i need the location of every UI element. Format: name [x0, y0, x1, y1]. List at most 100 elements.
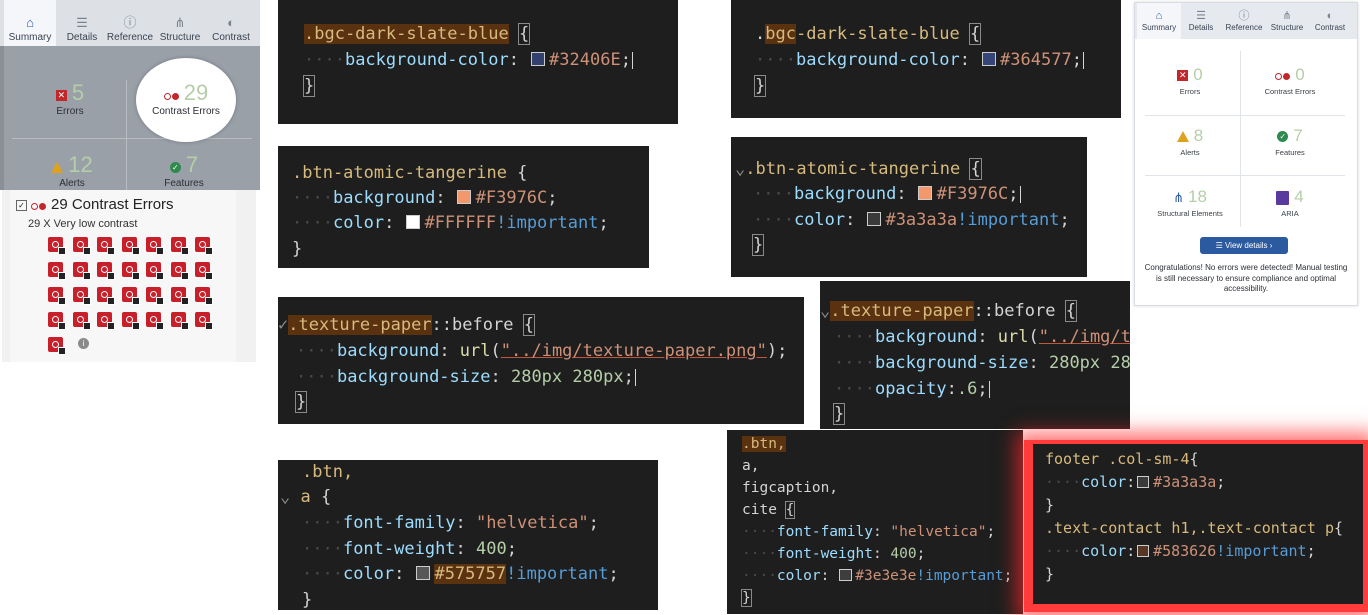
color-swatch[interactable]: [457, 190, 472, 205]
wave-summary-panel-before: ⌂ Summary ☰ Details ⓘ Reference ⋔ Structure …: [0, 0, 260, 190]
contrast-list-card: ✓ 29 Contrast Errors 29 X Very low contra…: [10, 190, 236, 362]
contrast-error-icon[interactable]: [146, 287, 164, 305]
contrast-errors-stat[interactable]: 0 Contrast Errors: [1240, 65, 1340, 96]
color-swatch[interactable]: [406, 215, 421, 230]
color-swatch[interactable]: [1136, 475, 1150, 488]
wave-tab-bar: ⌂ Summary ☰ Details ⓘ Reference ⋔ Structure …: [1135, 3, 1357, 39]
contrast-error-icon[interactable]: [146, 262, 164, 280]
contrast-error-icon[interactable]: [146, 237, 164, 255]
contrast-error-icon[interactable]: [195, 312, 213, 330]
contrast-error-icon[interactable]: [170, 237, 189, 255]
contrast-icon: ◐: [227, 15, 235, 30]
home-icon: ⌂: [1155, 10, 1163, 22]
tab-reference[interactable]: ⓘ Reference: [1222, 3, 1266, 39]
contrast-error-icon[interactable]: [146, 312, 164, 330]
contrast-error-icon[interactable]: [48, 287, 66, 305]
color-swatch[interactable]: [918, 186, 933, 201]
contrast-error-icon[interactable]: [121, 287, 140, 305]
contrast-error-icon[interactable]: [72, 262, 91, 280]
contrast-error-icon[interactable]: [97, 287, 115, 305]
contrast-error-icon[interactable]: [97, 262, 115, 280]
congratulations-message: Congratulations! No errors were detected…: [1144, 263, 1348, 293]
contrast-error-icon[interactable]: [72, 237, 91, 255]
contrast-error-icon[interactable]: [170, 287, 189, 305]
error-icon: ✕: [1177, 70, 1189, 82]
divider: [126, 80, 127, 190]
color-swatch[interactable]: [867, 212, 882, 227]
divider: [1145, 115, 1345, 116]
wave-tab-bar: ⌂ Summary ☰ Details ⓘ Reference ⋔ Structure …: [0, 0, 260, 46]
check-icon: ✓: [169, 162, 181, 174]
contrast-icon: [31, 197, 47, 214]
aria-stat[interactable]: 4 ARIA: [1240, 187, 1340, 218]
color-swatch[interactable]: [839, 569, 852, 582]
features-stat[interactable]: ✓ 7 Features: [1240, 126, 1340, 157]
contrast-error-icon[interactable]: [72, 312, 91, 330]
code-panel-bgc-after: .bgc-dark-slate-blue { ····background-co…: [731, 0, 1121, 118]
code-panel-btn-before: .btn-atomic-tangerine { ····background: …: [278, 146, 649, 268]
code-panel-font-after: .btn, a, figcaption, cite { ····font-fam…: [727, 430, 1023, 614]
code-panel-bgc-before: .bgc-dark-slate-blue { ····background-co…: [278, 0, 678, 124]
info-icon[interactable]: i: [78, 338, 89, 349]
color-swatch[interactable]: [981, 52, 996, 67]
contrast-list-heading[interactable]: ✓ 29 Contrast Errors: [16, 196, 174, 214]
errors-stat[interactable]: ✕ 5 Errors: [20, 80, 120, 117]
check-icon: ✓: [1277, 131, 1289, 143]
tab-contrast[interactable]: ◐ Contrast: [1308, 3, 1352, 39]
contrast-errors-list: ✓ 29 Contrast Errors 29 X Very low contra…: [2, 190, 256, 362]
info-icon: ⓘ: [123, 15, 137, 30]
tab-summary[interactable]: ⌂ Summary: [1137, 3, 1181, 39]
contrast-icon: [1275, 67, 1291, 85]
features-stat[interactable]: ✓ 7 Features: [134, 152, 234, 189]
contrast-error-icon[interactable]: [97, 237, 115, 255]
alert-icon: [1176, 131, 1189, 143]
color-swatch[interactable]: [416, 566, 431, 581]
contrast-error-icon[interactable]: [195, 287, 213, 305]
checkbox[interactable]: ✓: [16, 199, 27, 211]
contrast-errors-stat[interactable]: 29 Contrast Errors: [136, 80, 236, 117]
list-icon: ☰: [1215, 241, 1225, 250]
errors-stat[interactable]: ✕ 0 Errors: [1140, 65, 1240, 96]
contrast-error-icon[interactable]: [48, 312, 66, 330]
tab-summary[interactable]: ⌂ Summary: [4, 0, 56, 46]
error-icon: ✕: [55, 90, 67, 102]
alert-icon: [51, 162, 64, 174]
contrast-error-icon[interactable]: [72, 287, 91, 305]
code-panel-texture-before: ✓.texture-paper::before { ····background…: [278, 297, 804, 424]
code-panel-btn-after: ⌄.btn-atomic-tangerine { ····background:…: [731, 137, 1087, 277]
hierarchy-icon: ⋔: [1282, 10, 1292, 22]
alerts-stat[interactable]: 12 Alerts: [22, 152, 122, 189]
contrast-error-icon[interactable]: [121, 312, 140, 330]
contrast-error-icon[interactable]: [121, 262, 140, 280]
color-swatch[interactable]: [1136, 544, 1150, 557]
aria-cube-icon: [1276, 190, 1290, 205]
view-details-button[interactable]: ☰ View details ›: [1200, 237, 1288, 254]
tab-contrast[interactable]: ◐ Contrast: [205, 0, 257, 46]
contrast-error-icon[interactable]: [195, 262, 213, 280]
contrast-list-subheading: 29 X Very low contrast: [28, 218, 138, 230]
tab-structure[interactable]: ⋔ Structure: [154, 0, 206, 46]
tab-structure[interactable]: ⋔ Structure: [1265, 3, 1309, 39]
color-swatch[interactable]: [530, 52, 545, 67]
divider: [12, 138, 252, 139]
contrast-error-icon[interactable]: [48, 237, 66, 255]
contrast-error-icon[interactable]: [195, 237, 213, 255]
code-panel-footer: footer .col-sm-4{ ····color: #3a3a3a; } .…: [1033, 444, 1363, 604]
code-panel-font-before: .btn, ⌄ a { ····font-family: "helvetica"…: [278, 460, 658, 610]
structural-elements-stat[interactable]: ⋔ 18 Structural Elements: [1140, 187, 1240, 218]
hierarchy-icon: ⋔: [174, 15, 186, 30]
contrast-error-icon[interactable]: [170, 312, 189, 330]
contrast-error-icon[interactable]: [48, 262, 66, 280]
tab-details[interactable]: ☰ Details: [1179, 3, 1223, 39]
alerts-stat[interactable]: 8 Alerts: [1140, 126, 1240, 157]
tab-details[interactable]: ☰ Details: [56, 0, 108, 46]
tab-reference[interactable]: ⓘ Reference: [104, 0, 156, 46]
home-icon: ⌂: [26, 15, 34, 30]
list-icon: ☰: [1196, 10, 1206, 22]
contrast-error-icon[interactable]: [48, 337, 66, 355]
contrast-error-icon[interactable]: [170, 262, 189, 280]
info-icon: ⓘ: [1238, 10, 1250, 22]
contrast-error-icon[interactable]: [121, 237, 140, 255]
contrast-error-icon[interactable]: [97, 312, 115, 330]
list-icon: ☰: [76, 15, 88, 30]
